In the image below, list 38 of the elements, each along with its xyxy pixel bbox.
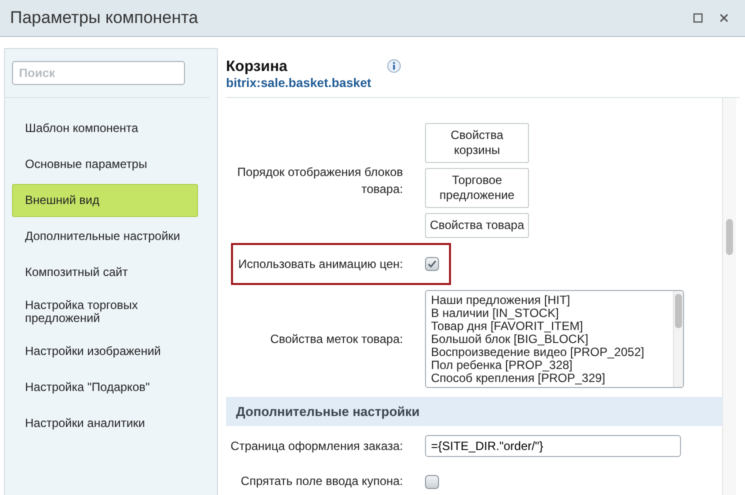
- list-option[interactable]: Товар дня [FAVORIT_ITEM]: [431, 320, 668, 333]
- order-button[interactable]: Свойства товара: [425, 213, 529, 238]
- sidebar-item[interactable]: Внешний вид: [12, 184, 198, 217]
- list-option[interactable]: Наши предложения [HIT]: [431, 294, 668, 307]
- list-option[interactable]: Пол ребенка [PROP_328]: [431, 359, 668, 372]
- sidebar-item[interactable]: Настройки аналитики: [12, 407, 198, 440]
- listbox[interactable]: Наши предложения [HIT] В наличии [IN_STOCK] Товар дня [FAVORIT_ITEM] Большой блок [BIG_BLOCK] Воспроизведение видео [PROP_2052] Пол ребенка [PROP_328] Способ крепления [PROP_329]: [425, 290, 684, 388]
- order-button[interactable]: Свойства корзины: [425, 123, 529, 163]
- maximize-icon[interactable]: [693, 13, 703, 23]
- field-label: Порядок отображения блоков товара:: [236, 164, 403, 198]
- sidebar-item[interactable]: Настройка "Подарков": [12, 371, 198, 404]
- scroll-thumb[interactable]: [726, 219, 733, 255]
- info-icon[interactable]: [387, 59, 401, 73]
- window-title: Параметры компонента: [10, 8, 198, 28]
- sidebar-item[interactable]: Настройка торговых предложений: [12, 292, 198, 332]
- search-field[interactable]: Поиск: [12, 61, 185, 85]
- close-icon[interactable]: [719, 13, 729, 23]
- checkbox[interactable]: [425, 257, 439, 271]
- field-label: Спрятать поле ввода купона:: [240, 473, 403, 490]
- section-header: Дополнительные настройки: [226, 397, 722, 426]
- input-field[interactable]: ={SITE_DIR."order/"}: [425, 435, 681, 457]
- scroll-thumb[interactable]: [675, 294, 682, 328]
- field-label: Страница оформления заказа:: [230, 438, 403, 454]
- list-option[interactable]: Большой блок [BIG_BLOCK]: [431, 333, 668, 346]
- order-button[interactable]: Торговое предложение: [425, 168, 529, 208]
- sidebar-item[interactable]: Основные параметры: [12, 148, 198, 181]
- component-code: bitrix:sale.basket.basket: [226, 76, 372, 90]
- checkbox[interactable]: [425, 474, 439, 488]
- sidebar-item[interactable]: Настройки изображений: [12, 335, 198, 368]
- sidebar-item[interactable]: Композитный сайт: [12, 256, 198, 289]
- list-option[interactable]: Способ крепления [PROP_329]: [431, 372, 668, 385]
- component-title: Корзина: [226, 58, 288, 75]
- list-option[interactable]: В наличии [IN_STOCK]: [431, 307, 668, 320]
- field-label: Использовать анимацию цен:: [237, 256, 403, 272]
- field-label: Свойства меток товара:: [269, 330, 403, 348]
- list-option[interactable]: Воспроизведение видео [PROP_2052]: [431, 346, 668, 359]
- sidebar-item[interactable]: Дополнительные настройки: [12, 220, 198, 253]
- sidebar-item[interactable]: Шаблон компонента: [12, 112, 198, 145]
